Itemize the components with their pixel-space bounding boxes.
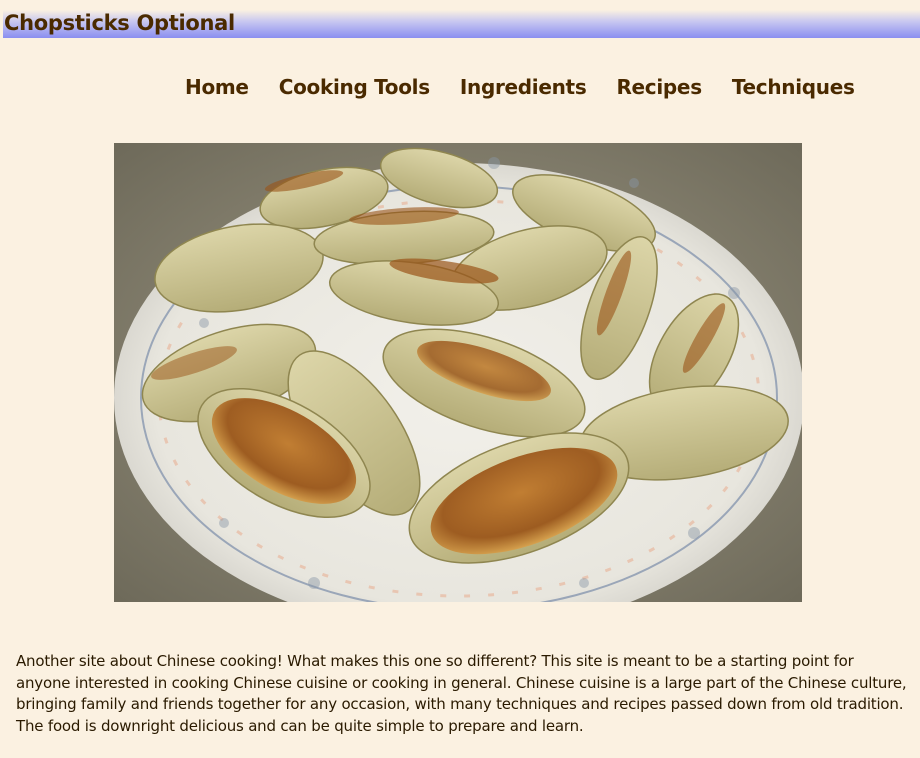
- nav-home[interactable]: Home: [185, 74, 249, 100]
- site-title[interactable]: Chopsticks Optional: [4, 10, 235, 36]
- nav-recipes[interactable]: Recipes: [616, 74, 702, 100]
- intro-paragraph: Another site about Chinese cooking! What…: [16, 652, 907, 736]
- nav-techniques[interactable]: Techniques: [732, 74, 855, 100]
- nav-cooking-tools[interactable]: Cooking Tools: [279, 74, 430, 100]
- nav-ingredients[interactable]: Ingredients: [460, 74, 587, 100]
- dumplings-photo: [114, 143, 802, 602]
- main-nav: Home Cooking Tools Ingredients Recipes T…: [185, 74, 885, 100]
- hero-image: [114, 143, 802, 602]
